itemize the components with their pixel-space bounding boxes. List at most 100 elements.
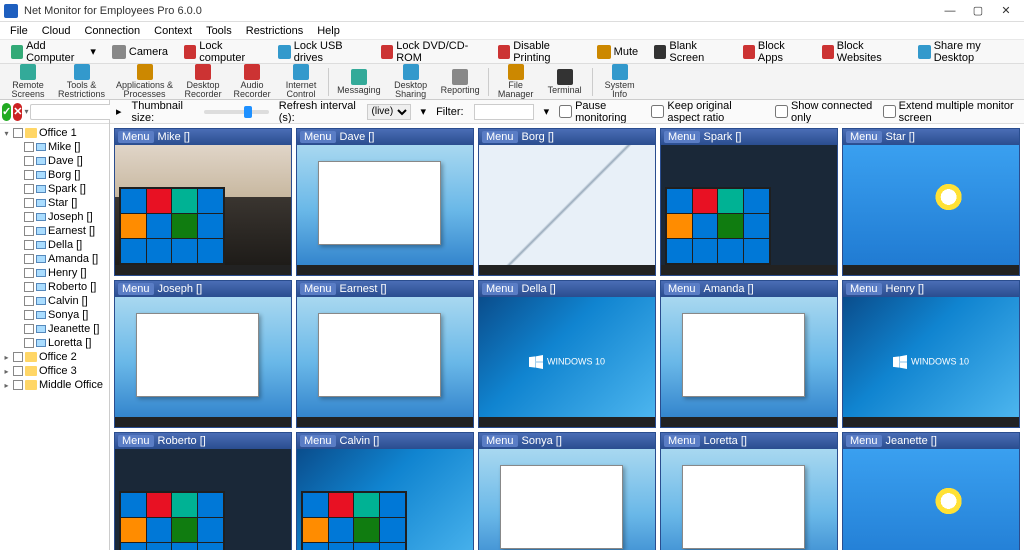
pause-checkbox[interactable]: Pause monitoring <box>559 100 641 124</box>
checkbox[interactable] <box>24 324 34 334</box>
block-apps-button[interactable]: Block Apps <box>736 37 813 67</box>
expander-icon[interactable]: ▾ <box>2 129 11 138</box>
refresh-dropdown-icon[interactable]: ▾ <box>421 105 427 118</box>
reporting-button[interactable]: Reporting <box>436 66 485 98</box>
tree-computer[interactable]: Henry [] <box>2 266 107 280</box>
camera-button[interactable]: Camera <box>105 42 175 62</box>
tile-screen[interactable] <box>479 145 655 275</box>
screen-tile[interactable]: MenuEarnest [] <box>296 280 474 428</box>
tree-computer[interactable]: Mike [] <box>2 140 107 154</box>
tile-screen[interactable] <box>297 449 473 550</box>
tree-computer[interactable]: Dave [] <box>2 154 107 168</box>
close-button[interactable]: ✕ <box>992 2 1020 20</box>
checkbox[interactable] <box>24 156 34 166</box>
mute-button[interactable]: Mute <box>590 42 645 62</box>
tile-screen[interactable]: WINDOWS 10 <box>843 297 1019 427</box>
connected-only-checkbox[interactable]: Show connected only <box>775 100 873 124</box>
tile-screen[interactable] <box>843 449 1019 550</box>
tile-menu-button[interactable]: Menu <box>300 435 336 447</box>
tile-screen[interactable] <box>843 145 1019 275</box>
checkbox[interactable] <box>24 226 34 236</box>
tile-menu-button[interactable]: Menu <box>300 283 336 295</box>
minimize-button[interactable]: ― <box>936 2 964 20</box>
tile-menu-button[interactable]: Menu <box>664 131 700 143</box>
thumbnail-size-slider[interactable] <box>204 110 269 114</box>
tree-computer[interactable]: Amanda [] <box>2 252 107 266</box>
expander-icon[interactable]: ▸ <box>2 353 11 362</box>
screen-tile[interactable]: MenuJeanette [] <box>842 432 1020 550</box>
checkbox[interactable] <box>24 142 34 152</box>
tile-screen[interactable] <box>115 297 291 427</box>
applications-processes-button[interactable]: Applications & Processes <box>111 61 178 102</box>
tree-computer[interactable]: Sonya [] <box>2 308 107 322</box>
tile-menu-button[interactable]: Menu <box>300 131 336 143</box>
tile-screen[interactable] <box>115 145 291 275</box>
tree-group[interactable]: ▸Office 3 <box>2 364 107 378</box>
filter-input[interactable] <box>474 104 534 120</box>
tree-computer[interactable]: Calvin [] <box>2 294 107 308</box>
tree-group[interactable]: ▸Office 2 <box>2 350 107 364</box>
checkbox[interactable] <box>24 240 34 250</box>
tree-computer[interactable]: Spark [] <box>2 182 107 196</box>
tile-screen[interactable] <box>297 297 473 427</box>
checkbox[interactable] <box>24 184 34 194</box>
tile-screen[interactable] <box>661 145 837 275</box>
tree-group[interactable]: ▾Office 1 <box>2 126 107 140</box>
tree-computer[interactable]: Joseph [] <box>2 210 107 224</box>
tile-screen[interactable] <box>115 449 291 550</box>
screen-tile[interactable]: MenuBorg [] <box>478 128 656 276</box>
checkbox[interactable] <box>24 282 34 292</box>
approve-button[interactable]: ✓ <box>2 103 11 121</box>
tree-computer[interactable]: Star [] <box>2 196 107 210</box>
tile-menu-button[interactable]: Menu <box>482 131 518 143</box>
tree-computer[interactable]: Borg [] <box>2 168 107 182</box>
screen-tile[interactable]: MenuAmanda [] <box>660 280 838 428</box>
screen-tile[interactable]: MenuDella []WINDOWS 10 <box>478 280 656 428</box>
tree-computer[interactable]: Earnest [] <box>2 224 107 238</box>
tree-computer[interactable]: Jeanette [] <box>2 322 107 336</box>
remote-screens-button[interactable]: Remote Screens <box>4 61 52 102</box>
tile-menu-button[interactable]: Menu <box>482 283 518 295</box>
checkbox[interactable] <box>13 366 23 376</box>
checkbox[interactable] <box>24 296 34 306</box>
keep-ratio-checkbox[interactable]: Keep original aspect ratio <box>651 100 765 124</box>
screen-tile[interactable]: MenuRoberto [] <box>114 432 292 550</box>
tree-computer[interactable]: Loretta [] <box>2 336 107 350</box>
expander-icon[interactable]: ▸ <box>2 367 11 376</box>
screen-tile[interactable]: MenuJoseph [] <box>114 280 292 428</box>
refresh-select[interactable]: (live) <box>367 104 411 120</box>
tile-screen[interactable] <box>661 297 837 427</box>
checkbox[interactable] <box>13 352 23 362</box>
expand-all-icon[interactable]: ▸ <box>116 105 122 118</box>
tile-menu-button[interactable]: Menu <box>846 283 882 295</box>
extend-monitor-checkbox[interactable]: Extend multiple monitor screen <box>883 100 1018 124</box>
screen-tile[interactable]: MenuStar [] <box>842 128 1020 276</box>
tools-restrictions-button[interactable]: Tools & Restrictions <box>53 61 110 102</box>
checkbox[interactable] <box>24 268 34 278</box>
tile-menu-button[interactable]: Menu <box>846 435 882 447</box>
messaging-button[interactable]: Messaging <box>332 66 386 98</box>
tile-menu-button[interactable]: Menu <box>846 131 882 143</box>
tile-screen[interactable] <box>297 145 473 275</box>
tree-computer[interactable]: Della [] <box>2 238 107 252</box>
system-info-button[interactable]: System Info <box>596 61 644 102</box>
maximize-button[interactable]: ▢ <box>964 2 992 20</box>
audio-recorder-button[interactable]: Audio Recorder <box>228 61 276 102</box>
screen-tile[interactable]: MenuHenry []WINDOWS 10 <box>842 280 1020 428</box>
tile-menu-button[interactable]: Menu <box>118 435 154 447</box>
dropdown-icon[interactable]: ▾ <box>24 107 28 116</box>
tile-menu-button[interactable]: Menu <box>118 131 154 143</box>
expander-icon[interactable]: ▸ <box>2 381 11 390</box>
checkbox[interactable] <box>24 212 34 222</box>
tree-group[interactable]: ▸Middle Office <box>2 378 107 392</box>
share-my-desktop-button[interactable]: Share my Desktop <box>911 37 1020 67</box>
tile-screen[interactable]: WINDOWS 10 <box>479 297 655 427</box>
screen-tile[interactable]: MenuLoretta [] <box>660 432 838 550</box>
checkbox[interactable] <box>24 338 34 348</box>
checkbox[interactable] <box>24 170 34 180</box>
filter-dropdown-icon[interactable]: ▾ <box>544 105 550 118</box>
checkbox[interactable] <box>24 198 34 208</box>
blank-screen-button[interactable]: Blank Screen <box>647 37 734 67</box>
block-websites-button[interactable]: Block Websites <box>815 37 910 67</box>
checkbox[interactable] <box>13 128 23 138</box>
